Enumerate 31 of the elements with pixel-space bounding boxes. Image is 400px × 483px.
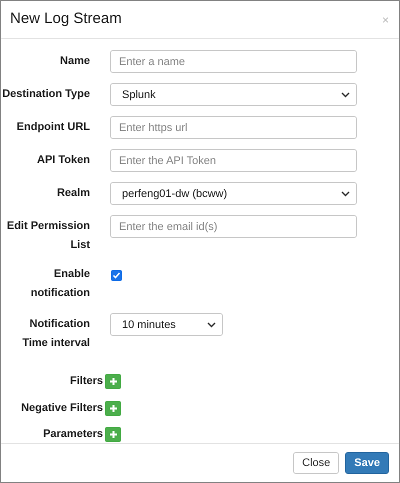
field-label: Destination Type bbox=[1, 87, 90, 102]
field-label: Notification Time interval bbox=[21, 317, 90, 352]
plus-icon bbox=[108, 404, 118, 413]
text-field[interactable]: Enter a name bbox=[110, 50, 357, 74]
dialog-title: New Log Stream bbox=[10, 9, 122, 30]
field-label: Name bbox=[59, 54, 90, 70]
chevron-down-icon bbox=[207, 322, 216, 328]
text-field[interactable]: Enter the API Token bbox=[110, 149, 357, 172]
dropdown[interactable]: perfeng01-dw (bcww) bbox=[110, 182, 357, 206]
field-label: Realm bbox=[56, 186, 90, 202]
section-label: Negative Filters bbox=[20, 400, 103, 416]
checkbox[interactable] bbox=[111, 270, 122, 282]
chevron-down-icon bbox=[341, 190, 350, 197]
section-label: Filters bbox=[68, 374, 103, 390]
chevron-down-icon bbox=[341, 92, 350, 98]
add-button[interactable] bbox=[105, 400, 121, 416]
dropdown[interactable]: 10 minutes bbox=[110, 313, 223, 336]
field-label: Endpoint URL bbox=[16, 120, 90, 136]
text-field[interactable]: Enter https url bbox=[110, 116, 357, 140]
section-label: Parameters bbox=[42, 427, 103, 442]
plus-icon bbox=[108, 430, 118, 440]
add-button[interactable] bbox=[105, 427, 121, 442]
plus-icon bbox=[108, 377, 118, 386]
save-button[interactable]: Save bbox=[345, 452, 389, 474]
dropdown[interactable]: Splunk bbox=[110, 83, 357, 106]
text-field[interactable]: Enter the email id(s) bbox=[110, 215, 357, 238]
cancel-button[interactable]: Close bbox=[293, 452, 340, 474]
field-label: API Token bbox=[36, 153, 90, 168]
field-label: Enable notification bbox=[30, 267, 90, 302]
add-button[interactable] bbox=[105, 374, 121, 390]
field-label: Edit Permission List bbox=[6, 219, 90, 254]
